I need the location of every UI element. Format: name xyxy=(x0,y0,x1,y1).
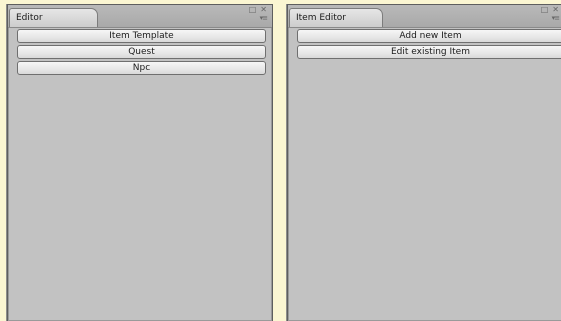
item-editor-tab[interactable]: Item Editor xyxy=(289,8,383,27)
close-icon[interactable]: ✕ xyxy=(260,6,267,14)
item-editor-window-titlebar: Item Editor □ ✕ ▾≡ xyxy=(288,5,561,28)
item-editor-window: Item Editor □ ✕ ▾≡ Add new Item Edit exi… xyxy=(287,4,561,321)
editor-button-list: Item Template Quest Npc xyxy=(17,29,266,77)
editor-tab-label: Editor xyxy=(16,13,43,23)
maximize-icon[interactable]: □ xyxy=(249,6,257,14)
close-icon[interactable]: ✕ xyxy=(552,6,559,14)
editor-window-titlebar: Editor □ ✕ ▾≡ xyxy=(8,5,272,28)
quest-button[interactable]: Quest xyxy=(17,45,266,59)
context-menu-icon[interactable]: ▾≡ xyxy=(260,14,268,22)
item-editor-window-controls: □ ✕ ▾≡ xyxy=(541,6,560,23)
context-menu-icon[interactable]: ▾≡ xyxy=(552,14,560,22)
editor-window: Editor □ ✕ ▾≡ Item Template Quest Npc xyxy=(7,4,273,321)
maximize-icon[interactable]: □ xyxy=(541,6,549,14)
item-editor-button-list: Add new Item Edit existing Item xyxy=(297,29,561,61)
editor-window-controls: □ ✕ ▾≡ xyxy=(249,6,268,23)
edit-existing-item-button[interactable]: Edit existing Item xyxy=(297,45,561,59)
editor-tab[interactable]: Editor xyxy=(9,8,98,27)
add-new-item-button[interactable]: Add new Item xyxy=(297,29,561,43)
item-editor-tab-label: Item Editor xyxy=(296,13,346,23)
npc-button[interactable]: Npc xyxy=(17,61,266,75)
item-template-button[interactable]: Item Template xyxy=(17,29,266,43)
